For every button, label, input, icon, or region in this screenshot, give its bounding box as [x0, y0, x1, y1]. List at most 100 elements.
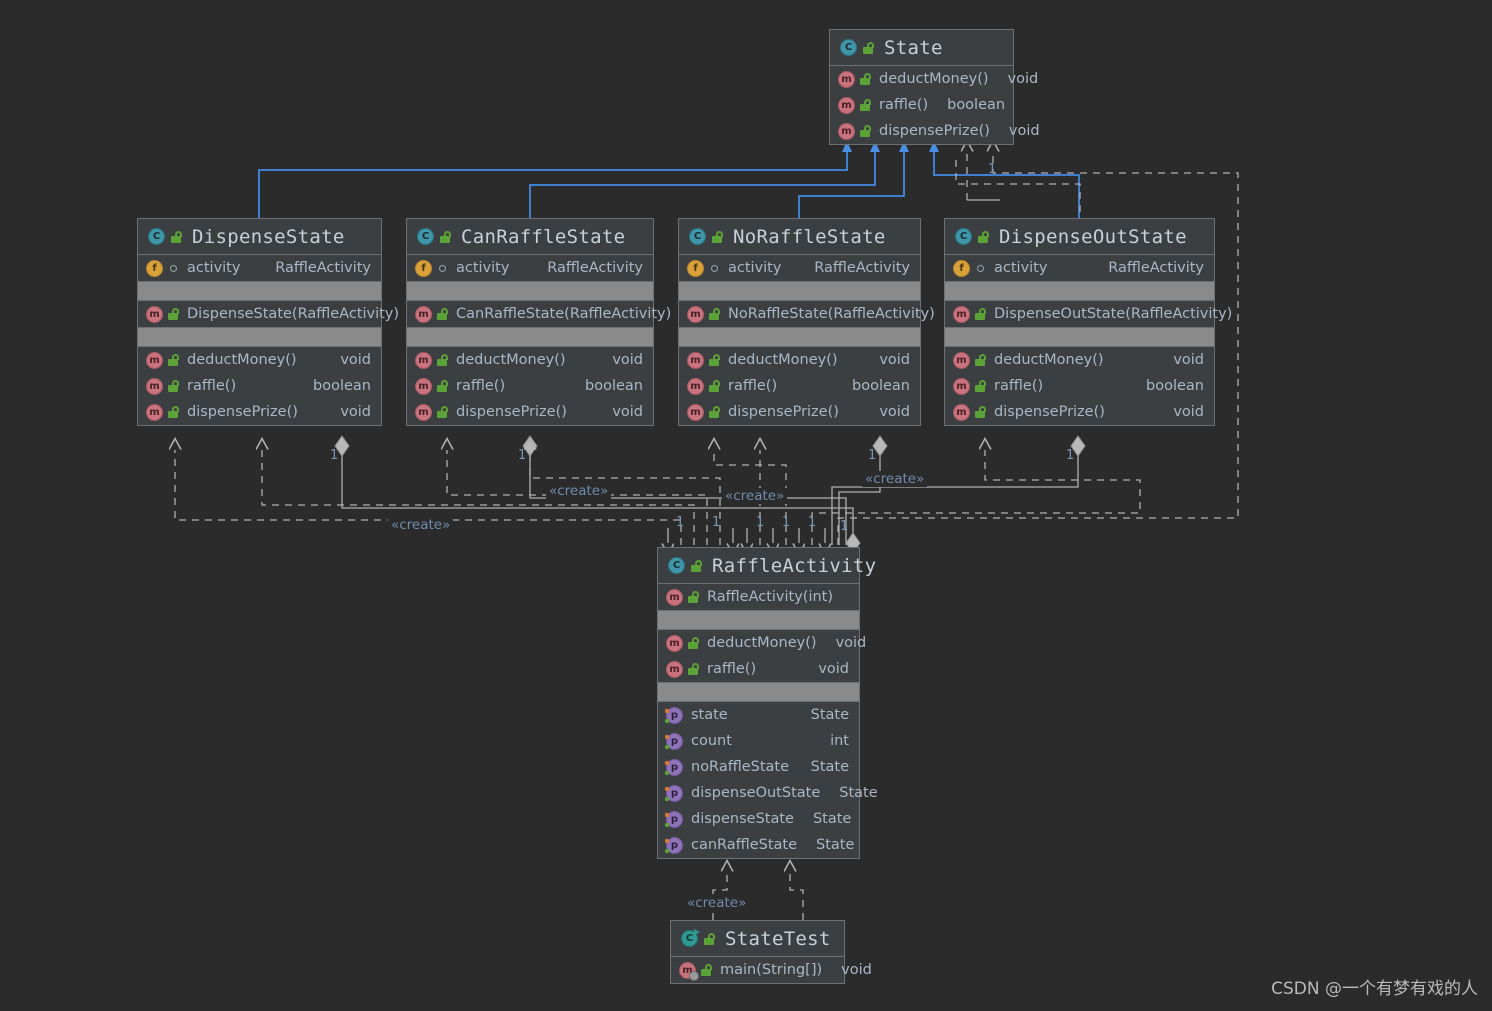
member-type-label: void	[879, 404, 910, 420]
member-name-label: dispensePrize()	[728, 404, 839, 420]
method-icon: m	[146, 351, 163, 369]
uml-class-title-dispense-state[interactable]: C DispenseState	[138, 219, 381, 255]
member-type-label: boolean	[313, 378, 371, 394]
uml-member-row[interactable]: m deductMoney() void	[679, 347, 920, 373]
method-icon: m	[679, 961, 699, 981]
class-icon: C	[668, 557, 685, 574]
uml-class-dispense-state[interactable]: C DispenseState f activity RaffleActivity m Di…	[137, 218, 399, 426]
method-icon: m	[953, 377, 970, 395]
uml-class-title-no-raffle-state[interactable]: C NoRaffleState	[679, 219, 920, 255]
uml-member-row[interactable]: m dispensePrize() void	[407, 399, 653, 425]
member-name-label: noRaffleState	[691, 759, 790, 775]
uml-member-row[interactable]: m DispenseState(RaffleActivity)	[138, 301, 399, 327]
uml-member-section: m RaffleActivity(int)	[658, 584, 859, 610]
member-name-label: dispensePrize()	[994, 404, 1105, 420]
class-icon: C	[689, 228, 706, 245]
uml-member-row[interactable]: p count int	[658, 728, 859, 754]
uml-member-row[interactable]: m raffle() boolean	[830, 92, 1013, 118]
uml-section-separator	[658, 682, 859, 702]
uml-member-row[interactable]: m dispensePrize() void	[830, 118, 1040, 144]
uml-member-row[interactable]: m raffle() void	[658, 656, 859, 682]
uml-member-row[interactable]: m RaffleActivity(int)	[658, 584, 859, 610]
uml-member-row[interactable]: p dispenseState State	[658, 806, 859, 832]
multiplicity-label: 1	[1066, 448, 1075, 463]
uml-member-row[interactable]: m deductMoney() void	[830, 66, 1038, 92]
uml-class-can-raffle-state[interactable]: C CanRaffleState f activity RaffleActivity m C…	[406, 218, 671, 426]
uml-member-row[interactable]: m dispensePrize() void	[945, 399, 1214, 425]
uml-class-dispense-out-state[interactable]: C DispenseOutState f activity RaffleActivity…	[944, 218, 1232, 426]
member-name-label: RaffleActivity(int)	[707, 589, 834, 605]
field-icon: f	[146, 259, 163, 277]
uml-class-title-raffle-activity[interactable]: C RaffleActivity	[658, 548, 876, 584]
uml-section-separator	[407, 327, 653, 347]
stereotype-create-label: «create»	[862, 471, 928, 487]
uml-member-row[interactable]: f activity RaffleActivity	[138, 255, 381, 281]
uml-member-row[interactable]: m CanRaffleState(RaffleActivity)	[407, 301, 671, 327]
uml-member-section: m DispenseOutState(RaffleActivity)	[945, 301, 1232, 327]
uml-member-section: m deductMoney() void m raffle() boolean m dispe…	[138, 347, 381, 425]
method-icon: m	[687, 403, 704, 421]
field-icon: f	[953, 259, 970, 277]
uml-member-row[interactable]: f activity RaffleActivity	[679, 255, 920, 281]
class-icon: C	[148, 228, 165, 245]
property-icon: p	[665, 706, 683, 724]
multiplicity-label: 1	[756, 515, 765, 530]
uml-member-row[interactable]: m dispensePrize() void	[679, 399, 920, 425]
uml-member-row[interactable]: m DispenseOutState(RaffleActivity)	[945, 301, 1232, 327]
uml-member-row[interactable]: m main(String[]) void	[671, 957, 872, 983]
uml-member-section: m CanRaffleState(RaffleActivity)	[407, 301, 671, 327]
uml-section-separator	[679, 281, 920, 301]
uml-class-title-can-raffle-state[interactable]: C CanRaffleState	[407, 219, 653, 255]
unlocked-padlock-icon	[975, 354, 986, 366]
uml-member-row[interactable]: p dispenseOutState State	[658, 780, 878, 806]
member-name-label: canRaffleState	[691, 837, 798, 853]
method-icon: m	[953, 351, 970, 369]
uml-member-row[interactable]: m NoRaffleState(RaffleActivity)	[679, 301, 935, 327]
uml-class-title-state-test[interactable]: C StateTest	[671, 921, 844, 957]
member-name-label: deductMoney()	[879, 71, 989, 87]
uml-class-state-test[interactable]: C StateTest m main(String[]) void	[670, 920, 872, 984]
method-icon: m	[415, 403, 432, 421]
member-name-label: dispenseOutState	[691, 785, 821, 801]
uml-section-separator	[407, 281, 653, 301]
multiplicity-label: 1	[330, 448, 339, 463]
uml-member-row[interactable]: f activity RaffleActivity	[407, 255, 653, 281]
unlocked-padlock-icon	[975, 406, 986, 418]
uml-member-row[interactable]: m raffle() boolean	[138, 373, 381, 399]
uml-class-title-state[interactable]: C State	[830, 30, 1013, 66]
unlocked-padlock-icon	[688, 663, 699, 675]
member-type-label: void	[612, 404, 643, 420]
uml-member-row[interactable]: p canRaffleState State	[658, 832, 859, 858]
uml-member-row[interactable]: f activity RaffleActivity	[945, 255, 1214, 281]
unlocked-padlock-icon	[712, 230, 723, 243]
unlocked-padlock-icon	[168, 380, 179, 392]
class-name-label: RaffleActivity	[712, 554, 877, 577]
member-name-label: deductMoney()	[994, 352, 1104, 368]
member-type-label: State	[810, 707, 849, 723]
uml-member-row[interactable]: p state State	[658, 702, 859, 728]
uml-member-row[interactable]: m deductMoney() void	[407, 347, 653, 373]
uml-member-row[interactable]: p noRaffleState State	[658, 754, 859, 780]
uml-class-no-raffle-state[interactable]: C NoRaffleState f activity RaffleActivity m No…	[678, 218, 935, 426]
csdn-watermark: CSDN @一个有梦有戏的人	[1271, 979, 1478, 999]
uml-section-separator	[138, 281, 381, 301]
class-name-label: CanRaffleState	[461, 225, 626, 248]
uml-member-row[interactable]: m raffle() boolean	[407, 373, 653, 399]
uml-member-row[interactable]: m deductMoney() void	[138, 347, 381, 373]
uml-class-title-dispense-out-state[interactable]: C DispenseOutState	[945, 219, 1214, 255]
member-type-label: void	[879, 352, 910, 368]
multiplicity-label: 1	[518, 448, 527, 463]
member-name-label: deductMoney()	[456, 352, 566, 368]
method-icon: m	[838, 96, 855, 114]
uml-member-row[interactable]: m raffle() boolean	[945, 373, 1214, 399]
uml-member-row[interactable]: m raffle() boolean	[679, 373, 920, 399]
uml-member-row[interactable]: m dispensePrize() void	[138, 399, 381, 425]
uml-member-row[interactable]: m deductMoney() void	[658, 630, 866, 656]
uml-class-raffle-activity[interactable]: C RaffleActivity m RaffleActivity(int) m dedu…	[657, 547, 878, 859]
unlocked-padlock-icon	[688, 637, 699, 649]
uml-member-row[interactable]: m deductMoney() void	[945, 347, 1214, 373]
unlocked-padlock-icon	[860, 99, 871, 111]
uml-member-section: m DispenseState(RaffleActivity)	[138, 301, 399, 327]
uml-member-section: m deductMoney() void m raffle() boolean m dispe…	[679, 347, 920, 425]
uml-class-state[interactable]: C State m deductMoney() void m raffle() boolean…	[829, 29, 1040, 145]
